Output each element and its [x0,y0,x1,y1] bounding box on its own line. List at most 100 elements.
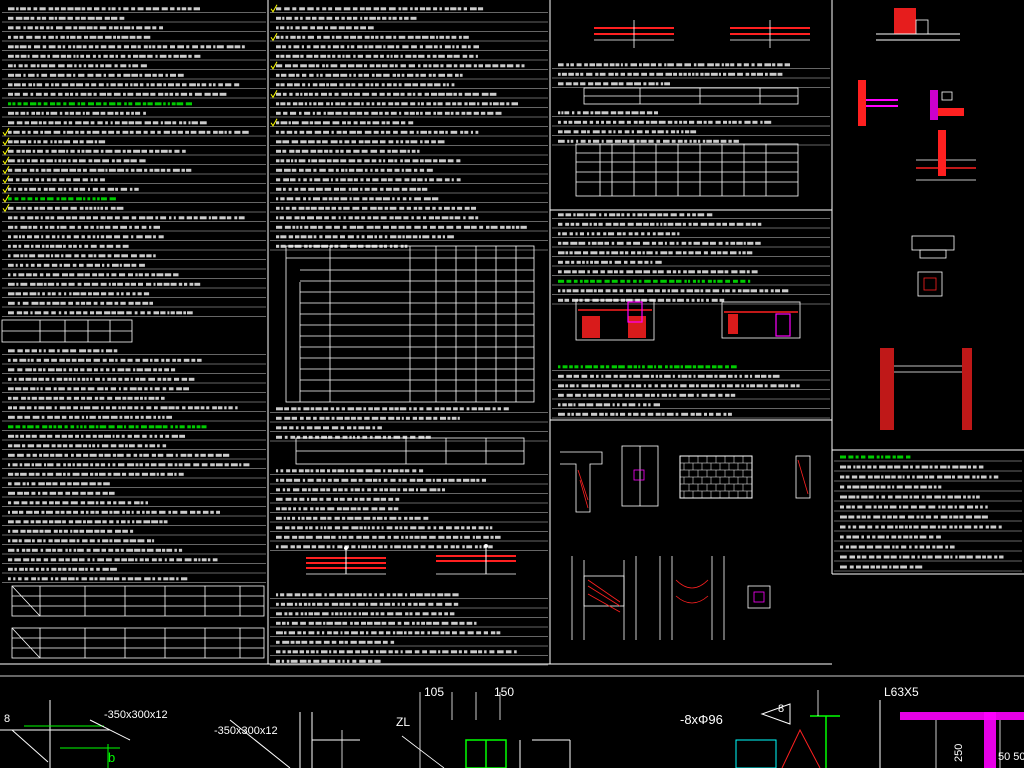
note-text-glyph [81,396,86,400]
note-text-glyph [465,64,472,68]
note-text-glyph [451,83,455,87]
note-text-glyph [13,577,16,581]
note-text-glyph [56,368,62,372]
note-text-glyph [51,567,57,571]
note-text-glyph [589,120,594,124]
note-text-glyph [411,149,416,153]
note-text-glyph [73,54,76,58]
note-text-glyph [62,444,68,448]
note-text-glyph [92,197,96,201]
note-text-glyph [155,396,159,400]
note-text-glyph [934,555,942,559]
note-text-glyph [328,168,334,172]
note-text-glyph [54,539,60,543]
note-text-glyph [315,535,322,539]
note-text-glyph [290,111,297,115]
note-text-glyph [480,111,486,115]
note-text-glyph [945,545,949,549]
note-text-glyph [611,82,618,86]
note-text-glyph [386,631,391,635]
note-text-glyph [861,555,867,559]
note-text-glyph [619,222,626,226]
note-text-glyph [746,251,753,255]
note-text-glyph [312,111,315,115]
note-text-glyph [16,121,23,125]
note-text-glyph [61,415,67,419]
note-text-glyph [346,16,352,20]
note-text-glyph [356,225,364,229]
note-text-glyph [171,368,176,372]
note-text-glyph [370,612,375,616]
note-text-glyph [62,520,66,524]
note-text-glyph [756,384,763,388]
note-text-glyph [283,516,286,520]
note-text-glyph [194,406,200,410]
note-text-glyph [91,83,97,87]
note-text-glyph [97,482,102,486]
note-text-glyph [95,501,99,505]
note-text-glyph [162,387,167,391]
note-text-glyph [99,225,104,229]
note-text-glyph [43,358,50,362]
cad-drawing-viewport[interactable]: 105 150 -350x300x12 -350x300x12 -8xΦ96 L… [0,0,1024,768]
note-text-glyph [286,197,294,201]
note-text-glyph [114,216,120,220]
note-text-glyph [368,593,372,597]
note-text-glyph [703,120,707,124]
note-text-glyph [44,130,52,134]
note-text-glyph [109,54,114,58]
note-text-glyph [363,516,371,520]
note-text-glyph [84,244,89,248]
note-text-glyph [85,206,89,210]
note-text-glyph [384,602,391,606]
note-text-glyph [94,396,99,400]
note-text-glyph [511,102,518,106]
note-text-glyph [598,289,604,293]
note-text-glyph [147,539,152,543]
note-text-glyph [95,311,102,315]
note-text-glyph [466,526,470,530]
note-text-glyph [49,520,54,524]
note-text-glyph [52,178,57,182]
note-text-glyph [318,225,323,229]
note-text-glyph [408,631,413,635]
note-text-glyph [577,111,581,115]
note-text-glyph [57,73,65,77]
note-text-glyph [77,168,82,172]
note-text-glyph [87,520,93,524]
note-text-glyph [648,403,651,407]
note-text-glyph [300,64,307,68]
note-text-glyph [450,650,458,654]
note-text-glyph [276,497,283,501]
note-text-glyph [8,558,13,562]
note-text-glyph [65,254,72,258]
note-text-glyph [467,631,474,635]
note-text-glyph [68,187,72,191]
note-text-glyph [158,235,164,239]
note-text-glyph [365,426,371,430]
note-text-glyph [283,178,289,182]
note-text-glyph [33,140,36,144]
note-text-glyph [106,349,113,353]
note-text-glyph [14,83,21,87]
note-text-glyph [744,120,751,124]
note-text-glyph [497,650,504,654]
note-text-glyph [656,139,661,143]
note-text-glyph [591,412,598,416]
note-text-glyph [387,535,391,539]
note-text-glyph [982,555,986,559]
note-text-glyph [314,426,321,430]
note-text-glyph [29,254,36,258]
note-text-glyph [316,478,322,482]
note-text-glyph [132,64,139,68]
note-text-glyph [175,92,179,96]
note-text-glyph [295,149,301,153]
note-text-glyph [437,111,443,115]
note-text-glyph [579,232,584,236]
note-text-glyph [311,545,317,549]
rebar-detail-top-left [594,20,674,48]
note-text-glyph [464,650,468,654]
note-text-glyph [152,73,157,77]
note-text-glyph [456,45,459,49]
note-text-glyph [303,178,307,182]
